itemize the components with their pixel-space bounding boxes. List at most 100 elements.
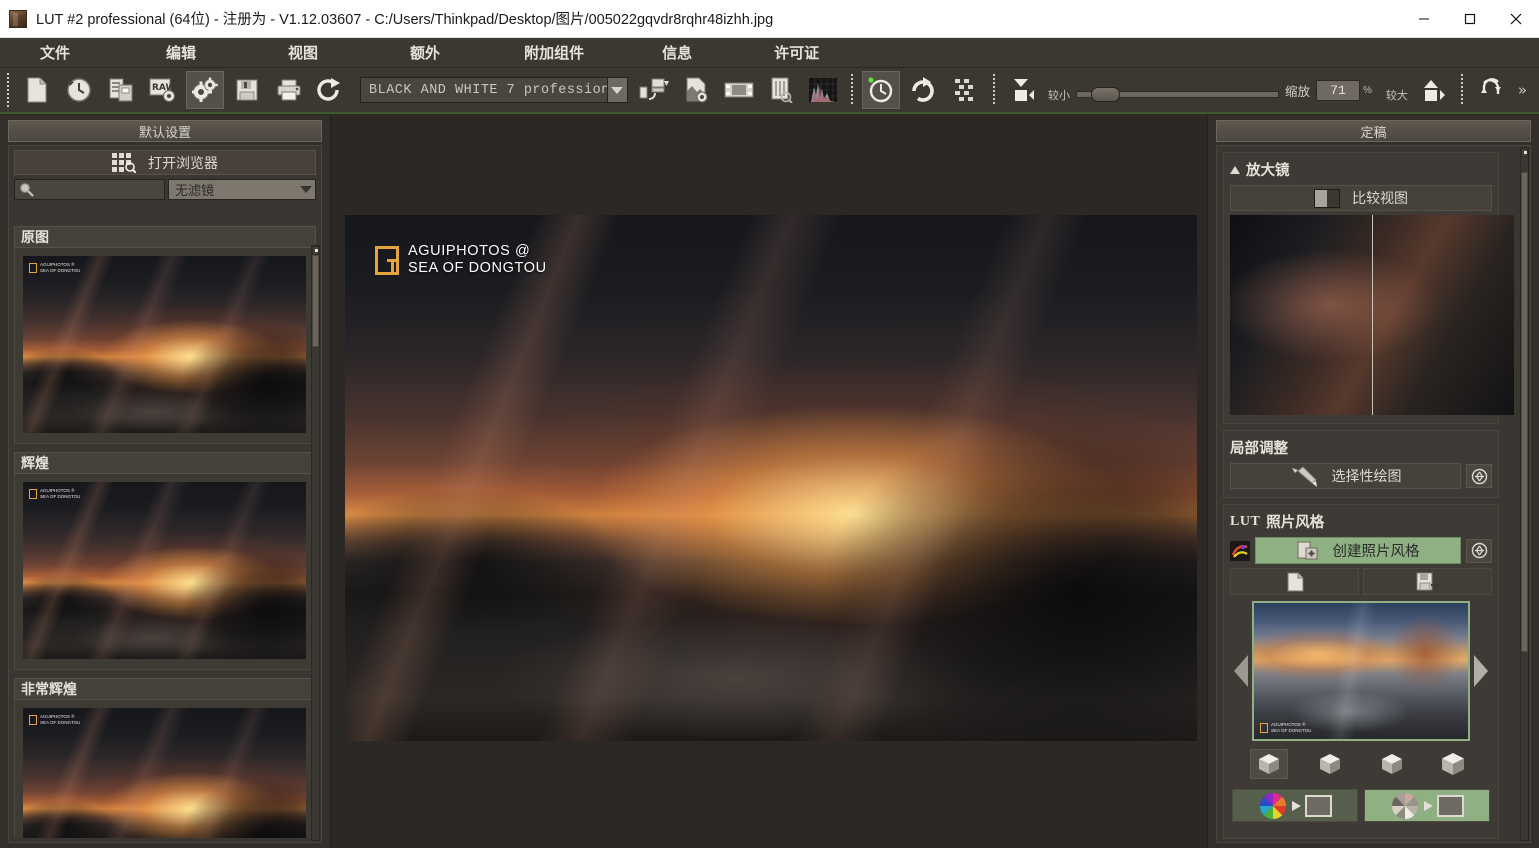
prev-arrow-icon[interactable] xyxy=(1230,648,1252,694)
save-file-icon[interactable] xyxy=(1363,568,1492,595)
lut-cube-3[interactable] xyxy=(1373,749,1411,779)
right-panel-scrollbar[interactable] xyxy=(1520,147,1529,841)
lut-tag: LUT xyxy=(1230,513,1261,529)
main-photo[interactable]: AGUIPHOTOS @ SEA OF DONGTOU xyxy=(345,215,1197,741)
image-canvas[interactable]: AGUIPHOTOS @ SEA OF DONGTOU xyxy=(331,116,1207,848)
compare-view-toggle[interactable]: 比较视图 xyxy=(1230,185,1492,211)
watermark-line-1: AGUIPHOTOS @ xyxy=(408,243,531,259)
monochrome-lut-button[interactable] xyxy=(1364,789,1490,822)
lut-app-icon xyxy=(9,9,27,28)
preset-thumbnail[interactable]: AGUIPHOTOS ® SEA OF DONGTOU xyxy=(23,482,306,659)
filmstrip-icon[interactable] xyxy=(720,71,758,109)
preset-thumbnail[interactable]: AGUIPHOTOS ® SEA OF DONGTOU xyxy=(23,708,306,838)
color-lut-button[interactable] xyxy=(1232,789,1358,822)
zoom-slider-thumb[interactable] xyxy=(1091,87,1120,102)
local-adjust-title: 局部调整 xyxy=(1230,441,1288,457)
adjustments-panel: 定稿 放大镜 比较视图 局部调整 选择性绘图 LUT 照片风格 创建照片风格 A… xyxy=(1207,116,1539,848)
selective-paint-button[interactable]: 选择性绘图 xyxy=(1230,463,1461,489)
minimize-icon[interactable] xyxy=(1401,0,1447,38)
history-clock-icon[interactable] xyxy=(60,71,98,109)
reset-view-icon[interactable] xyxy=(1472,71,1510,109)
image-settings-icon[interactable] xyxy=(678,71,716,109)
menu-edit[interactable]: 编辑 xyxy=(156,39,206,66)
preset-thumbnail[interactable]: AGUIPHOTOS ® SEA OF DONGTOU xyxy=(23,256,306,433)
new-document-icon[interactable] xyxy=(18,71,56,109)
toolbar-overflow-icon[interactable]: » xyxy=(1518,81,1527,99)
add-file-icon xyxy=(1297,541,1319,561)
levels-icon[interactable] xyxy=(946,71,984,109)
lut-cube-4[interactable] xyxy=(1434,749,1472,779)
preset-list[interactable]: 原图 AGUIPHOTOS ® SEA OF DONGTOU 辉煌 AGUIPHO… xyxy=(14,226,316,838)
chevron-down-icon[interactable] xyxy=(606,78,627,102)
lut-cube-1[interactable] xyxy=(1249,749,1288,779)
search-input[interactable] xyxy=(14,179,165,200)
toolbar-separator-2 xyxy=(991,74,997,106)
thumb-watermark: AGUIPHOTOS ® SEA OF DONGTOU xyxy=(29,488,80,499)
magnifier-preview[interactable] xyxy=(1230,215,1514,415)
load-file-icon[interactable] xyxy=(1230,568,1359,595)
scrollbar-cap[interactable] xyxy=(312,246,319,255)
zoom-expand-icon[interactable] xyxy=(1414,71,1452,109)
zoom-controls: 较小 缩放 71 % 较大 » xyxy=(1002,70,1527,110)
menu-view[interactable]: 视图 xyxy=(278,39,328,66)
reset-circle-icon[interactable] xyxy=(1466,538,1492,563)
color-swirl-icon[interactable] xyxy=(1230,540,1250,561)
preset-label: 非常辉煌 xyxy=(14,678,316,700)
app-window: LUT #2 professional (64位) - 注册为 - V1.12.… xyxy=(0,0,1539,848)
filter-combo[interactable]: 无滤镜 xyxy=(168,179,316,200)
batch-process-icon[interactable] xyxy=(636,71,674,109)
menu-file[interactable]: 文件 xyxy=(30,39,80,66)
preset-item[interactable]: 原图 AGUIPHOTOS ® SEA OF DONGTOU xyxy=(14,226,316,444)
search-icon xyxy=(19,182,34,197)
timer-refresh-icon[interactable] xyxy=(862,71,900,109)
fit-to-screen-icon[interactable] xyxy=(1004,71,1042,109)
filter-combo-value: 无滤镜 xyxy=(175,184,215,199)
menu-license[interactable]: 许可证 xyxy=(764,39,829,66)
gears-settings-icon[interactable] xyxy=(186,71,224,109)
scrollbar-thumb[interactable] xyxy=(1521,172,1528,652)
arrow-right-icon xyxy=(1292,800,1301,811)
compare-split-line[interactable] xyxy=(1372,215,1373,415)
raw-settings-icon[interactable]: RAW xyxy=(144,71,182,109)
presets-panel-header: 默认设置 xyxy=(8,120,322,142)
create-photo-style-button[interactable]: 创建照片风格 xyxy=(1255,537,1461,564)
measure-icon[interactable] xyxy=(762,71,800,109)
chevron-down-icon[interactable] xyxy=(296,180,315,199)
selective-paint-label: 选择性绘图 xyxy=(1331,469,1402,485)
print-icon[interactable] xyxy=(270,71,308,109)
lut-preview-row: AGUIPHOTOS ® SEA OF DONGTOU xyxy=(1230,601,1492,741)
share-export-icon[interactable] xyxy=(312,71,350,109)
open-browser-button[interactable]: 打开浏览器 xyxy=(14,150,316,175)
preset-item[interactable]: 非常辉煌 AGUIPHOTOS ® SEA OF DONGTOU xyxy=(14,678,316,838)
scrollbar-cap[interactable] xyxy=(1521,148,1528,157)
maximize-icon[interactable] xyxy=(1447,0,1493,38)
reset-circle-icon[interactable] xyxy=(1466,464,1492,488)
output-preview-icon xyxy=(1305,794,1332,817)
copy-pages-icon[interactable] xyxy=(102,71,140,109)
menu-extra[interactable]: 额外 xyxy=(400,39,450,66)
compare-split-icon xyxy=(1314,188,1340,208)
toolbar-separator-3 xyxy=(1458,74,1465,106)
scrollbar-thumb[interactable] xyxy=(312,255,319,347)
lut-cube-2[interactable] xyxy=(1311,749,1349,779)
menu-info[interactable]: 信息 xyxy=(652,39,702,66)
lut-preview-thumbnail[interactable]: AGUIPHOTOS ® SEA OF DONGTOU xyxy=(1252,601,1470,741)
histogram-icon[interactable] xyxy=(804,71,842,109)
rotate-right-icon[interactable] xyxy=(904,71,942,109)
next-arrow-icon[interactable] xyxy=(1470,648,1492,694)
save-icon[interactable] xyxy=(228,71,266,109)
menu-addons[interactable]: 附加组件 xyxy=(514,39,594,66)
preset-label: 辉煌 xyxy=(14,452,316,474)
thumb-watermark: AGUIPHOTOS ® SEA OF DONGTOU xyxy=(29,714,80,725)
left-panel-scrollbar[interactable] xyxy=(311,245,320,841)
local-adjust-section: 局部调整 选择性绘图 xyxy=(1223,430,1499,498)
toolbar-grip[interactable] xyxy=(6,73,12,107)
close-icon[interactable] xyxy=(1493,0,1539,38)
preset-combo[interactable]: BLACK AND WHITE 7 professional xyxy=(360,77,628,103)
zoom-input[interactable]: 71 xyxy=(1316,79,1361,101)
local-adjust-row: 选择性绘图 xyxy=(1230,463,1492,489)
main-toolbar: RAW BLACK AND WHITE 7 professional 较小 缩放… xyxy=(0,68,1539,114)
zoom-slider[interactable] xyxy=(1076,87,1279,102)
preset-item[interactable]: 辉煌 AGUIPHOTOS ® SEA OF DONGTOU xyxy=(14,452,316,670)
collapse-up-icon[interactable] xyxy=(1230,165,1240,174)
